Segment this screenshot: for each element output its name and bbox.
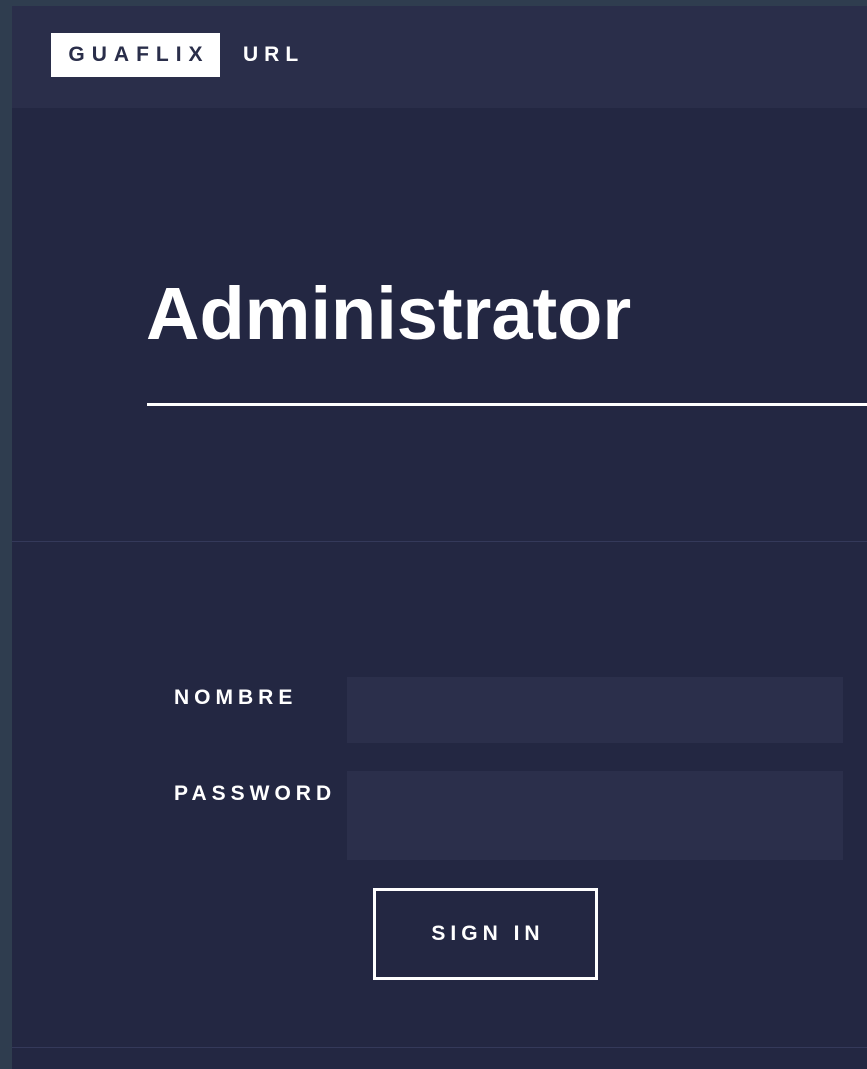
name-label: NOMBRE [174,686,298,709]
section-divider-bottom [12,1047,867,1048]
brand-logo[interactable]: GUAFLIX [51,33,220,77]
nav-link-url[interactable]: URL [243,33,304,77]
page: GUAFLIX URL Administrator NOMBRE PASSWOR… [12,6,867,1069]
name-input[interactable] [347,677,843,743]
title-underline [147,403,867,406]
page-title: Administrator [146,272,632,355]
sign-in-button[interactable]: SIGN IN [373,888,598,980]
password-input[interactable] [347,771,843,860]
section-divider-top [12,541,867,542]
navbar: GUAFLIX URL [12,6,867,108]
password-label: PASSWORD [174,782,337,805]
